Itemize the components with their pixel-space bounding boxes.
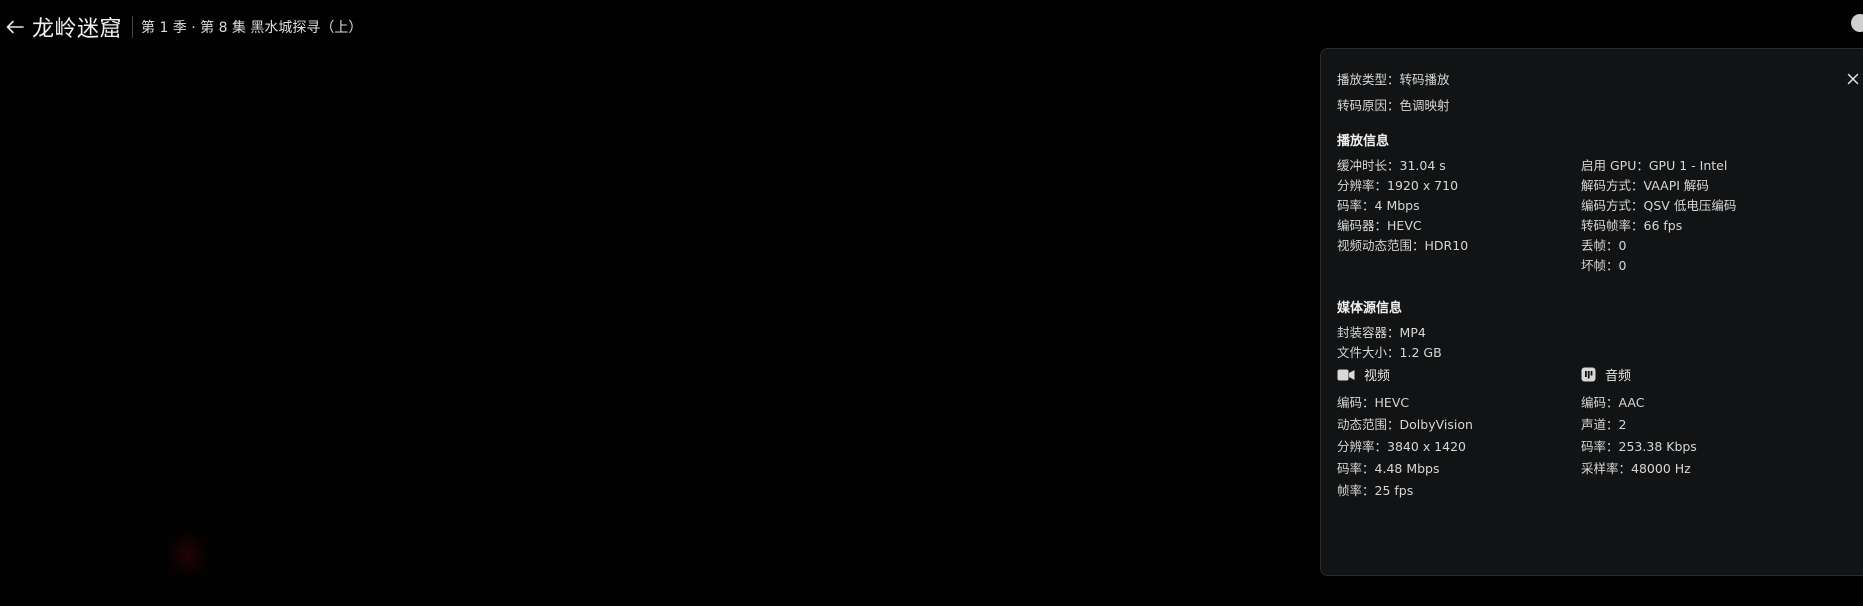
- kv-key: 视频动态范围: [1337, 238, 1425, 253]
- kv-value: AAC: [1618, 395, 1645, 410]
- audio-stream-label: 音频: [1605, 369, 1632, 384]
- kv-value: QSV 低电压编码: [1643, 198, 1737, 213]
- kv-value: 66 fps: [1643, 218, 1683, 233]
- kv-value: 3840 x 1420: [1387, 439, 1466, 454]
- kv-value: 0: [1618, 258, 1627, 273]
- dropped-frames-row: 丢帧0: [1581, 235, 1626, 254]
- kv-value: 253.38 Kbps: [1618, 439, 1697, 454]
- encoder-row: 编码器HEVC: [1337, 215, 1422, 234]
- kv-value: 4.48 Mbps: [1374, 461, 1440, 476]
- kv-value: 1.2 GB: [1399, 345, 1442, 360]
- kv-key: 解码方式: [1581, 178, 1644, 193]
- container-row: 封装容器MP4: [1337, 322, 1426, 341]
- episode-subtitle: 第 1 季 · 第 8 集 黑水城探寻（上）: [141, 20, 363, 36]
- kv-value: HDR10: [1424, 238, 1469, 253]
- resolution-row: 分辨率1920 x 710: [1337, 175, 1458, 194]
- video-bitrate-row: 码率4.48 Mbps: [1337, 458, 1440, 477]
- audio-icon: [1581, 367, 1596, 382]
- video-fps-row: 帧率25 fps: [1337, 480, 1413, 499]
- back-button[interactable]: [2, 12, 28, 42]
- kv-value: MP4: [1399, 325, 1426, 340]
- corrupt-frames-row: 坏帧0: [1581, 255, 1626, 274]
- play-type-row: 播放类型转码播放: [1337, 69, 1450, 88]
- top-bar: 龙岭迷窟 第 1 季 · 第 8 集 黑水城探寻（上）: [0, 8, 362, 46]
- video-resolution-row: 分辨率3840 x 1420: [1337, 436, 1466, 455]
- transcode-fps-row: 转码帧率66 fps: [1581, 215, 1682, 234]
- kv-key: 码率: [1581, 439, 1619, 454]
- kv-key: 码率: [1337, 198, 1375, 213]
- video-stream-header: 视频: [1337, 365, 1390, 384]
- play-type-key: 播放类型: [1337, 72, 1400, 87]
- avatar[interactable]: [1851, 14, 1863, 32]
- audio-samplerate-row: 采样率48000 Hz: [1581, 458, 1691, 477]
- kv-key: 动态范围: [1337, 417, 1400, 432]
- kv-value: 4 Mbps: [1374, 198, 1420, 213]
- audio-bitrate-row: 码率253.38 Kbps: [1581, 436, 1697, 455]
- page-title: 龙岭迷窟: [32, 17, 123, 42]
- arrow-left-icon: [6, 20, 24, 34]
- close-icon: [1847, 73, 1859, 85]
- audio-stream-header: 音频: [1581, 365, 1631, 384]
- video-codec-row: 编码HEVC: [1337, 392, 1409, 411]
- bitrate-row: 码率4 Mbps: [1337, 195, 1420, 214]
- kv-value: 25 fps: [1374, 483, 1414, 498]
- playback-info-title: 播放信息: [1337, 134, 1390, 149]
- kv-key: 文件大小: [1337, 345, 1400, 360]
- dynamic-range-row: 视频动态范围HDR10: [1337, 235, 1468, 254]
- kv-key: 编码器: [1337, 218, 1387, 233]
- kv-value: HEVC: [1374, 395, 1410, 410]
- kv-value: VAAPI 解码: [1643, 178, 1709, 193]
- audio-channels-row: 声道2: [1581, 414, 1626, 433]
- video-range-row: 动态范围DolbyVision: [1337, 414, 1473, 433]
- transcode-reason-value: 色调映射: [1399, 98, 1450, 113]
- kv-key: 分辨率: [1337, 439, 1387, 454]
- kv-value: 2: [1618, 417, 1627, 432]
- kv-key: 分辨率: [1337, 178, 1387, 193]
- player-stage: 龙岭迷窟 第 1 季 · 第 8 集 黑水城探寻（上） 播放类型转码播放 转码原…: [0, 0, 1863, 606]
- kv-value: HEVC: [1387, 218, 1422, 233]
- kv-key: 坏帧: [1581, 258, 1619, 273]
- kv-value: 48000 Hz: [1631, 461, 1691, 476]
- kv-value: 0: [1618, 238, 1627, 253]
- kv-key: 帧率: [1337, 483, 1375, 498]
- buffer-row: 缓冲时长31.04 s: [1337, 155, 1446, 174]
- kv-key: 编码方式: [1581, 198, 1644, 213]
- title-divider: [132, 16, 134, 38]
- audio-codec-row: 编码AAC: [1581, 392, 1645, 411]
- playback-info-panel: 播放类型转码播放 转码原因色调映射 播放信息 缓冲时长31.04 s 分辨率19…: [1320, 48, 1863, 576]
- kv-key: 码率: [1337, 461, 1375, 476]
- kv-key: 编码: [1581, 395, 1619, 410]
- play-type-value: 转码播放: [1399, 72, 1450, 87]
- video-content-shadow: [165, 530, 210, 580]
- kv-key: 转码帧率: [1581, 218, 1644, 233]
- kv-key: 缓冲时长: [1337, 158, 1400, 173]
- encode-row: 编码方式QSV 低电压编码: [1581, 195, 1736, 214]
- gpu-row: 启用 GPUGPU 1 - Intel: [1581, 155, 1727, 174]
- transcode-reason-row: 转码原因色调映射: [1337, 95, 1450, 114]
- kv-value: GPU 1 - Intel: [1648, 158, 1728, 173]
- video-camera-icon: [1337, 369, 1355, 380]
- kv-value: 31.04 s: [1399, 158, 1446, 173]
- media-info-title: 媒体源信息: [1337, 301, 1403, 316]
- kv-key: 采样率: [1581, 461, 1631, 476]
- kv-key: 编码: [1337, 395, 1375, 410]
- kv-key: 封装容器: [1337, 325, 1400, 340]
- video-stream-label: 视频: [1364, 369, 1391, 384]
- kv-key: 声道: [1581, 417, 1619, 432]
- decode-row: 解码方式VAAPI 解码: [1581, 175, 1709, 194]
- kv-value: 1920 x 710: [1387, 178, 1459, 193]
- kv-value: DolbyVision: [1399, 417, 1473, 432]
- kv-key: 丢帧: [1581, 238, 1619, 253]
- kv-key: 启用 GPU: [1581, 158, 1649, 173]
- transcode-reason-key: 转码原因: [1337, 98, 1400, 113]
- close-button[interactable]: [1841, 67, 1863, 91]
- file-size-row: 文件大小1.2 GB: [1337, 342, 1442, 361]
